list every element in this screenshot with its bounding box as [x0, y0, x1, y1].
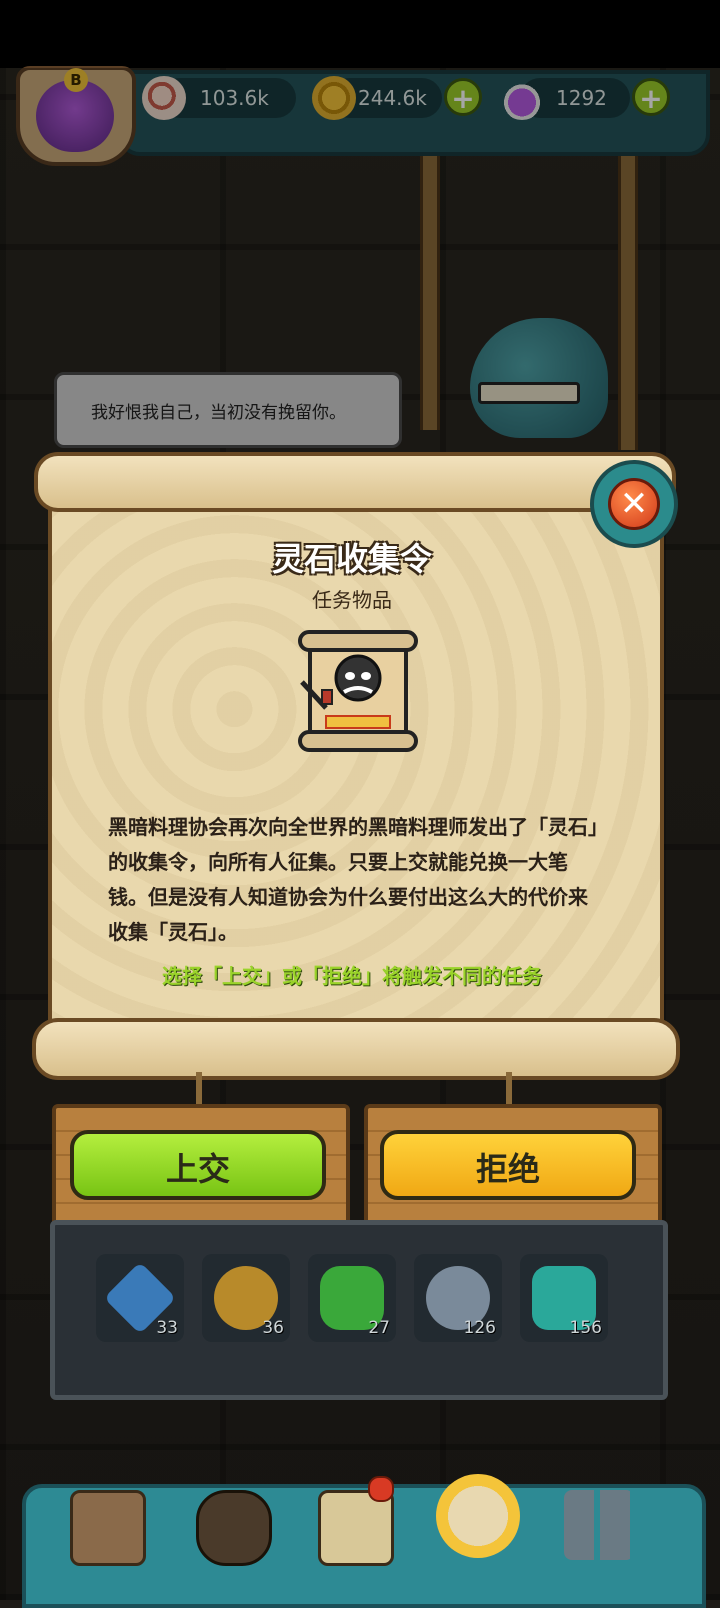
board-rope — [506, 1072, 512, 1108]
accept-button[interactable]: 上交 — [70, 1130, 326, 1200]
inventory-slot[interactable]: 36 — [202, 1254, 290, 1342]
inventory-slot[interactable]: 33 — [96, 1254, 184, 1342]
item-count: 27 — [368, 1318, 390, 1338]
dialog-scroll-bottom-roll — [32, 1018, 680, 1080]
status-bar — [0, 0, 720, 68]
board-rope — [196, 1072, 202, 1108]
item-count: 126 — [463, 1318, 496, 1338]
dialog-description: 黑暗料理协会再次向全世界的黑暗料理师发出了「灵石」的收集令，向所有人征集。只要上… — [108, 815, 598, 944]
grid-menu-icon[interactable] — [564, 1490, 634, 1560]
money-bag-icon[interactable] — [436, 1474, 520, 1558]
item-count: 36 — [262, 1318, 284, 1338]
notification-badge — [368, 1476, 394, 1502]
item-count: 156 — [569, 1318, 602, 1338]
wanted-scroll-icon — [298, 630, 418, 752]
close-icon: ✕ — [608, 478, 660, 530]
shop-building-icon[interactable] — [70, 1490, 146, 1566]
dialog-scroll-top-roll — [34, 452, 676, 512]
inventory-slot[interactable]: 156 — [520, 1254, 608, 1342]
inventory-slot[interactable]: 27 — [308, 1254, 396, 1342]
kitchen-stove-icon[interactable] — [196, 1490, 272, 1566]
reject-button[interactable]: 拒绝 — [380, 1130, 636, 1200]
item-count: 33 — [156, 1318, 178, 1338]
dialog-subtitle: 任务物品 — [312, 588, 392, 612]
inventory-slot[interactable]: 126 — [414, 1254, 502, 1342]
dialog-hint: 选择「上交」或「拒绝」将触发不同的任务 — [162, 964, 542, 988]
dialog-title: 灵石收集令 — [271, 540, 432, 578]
